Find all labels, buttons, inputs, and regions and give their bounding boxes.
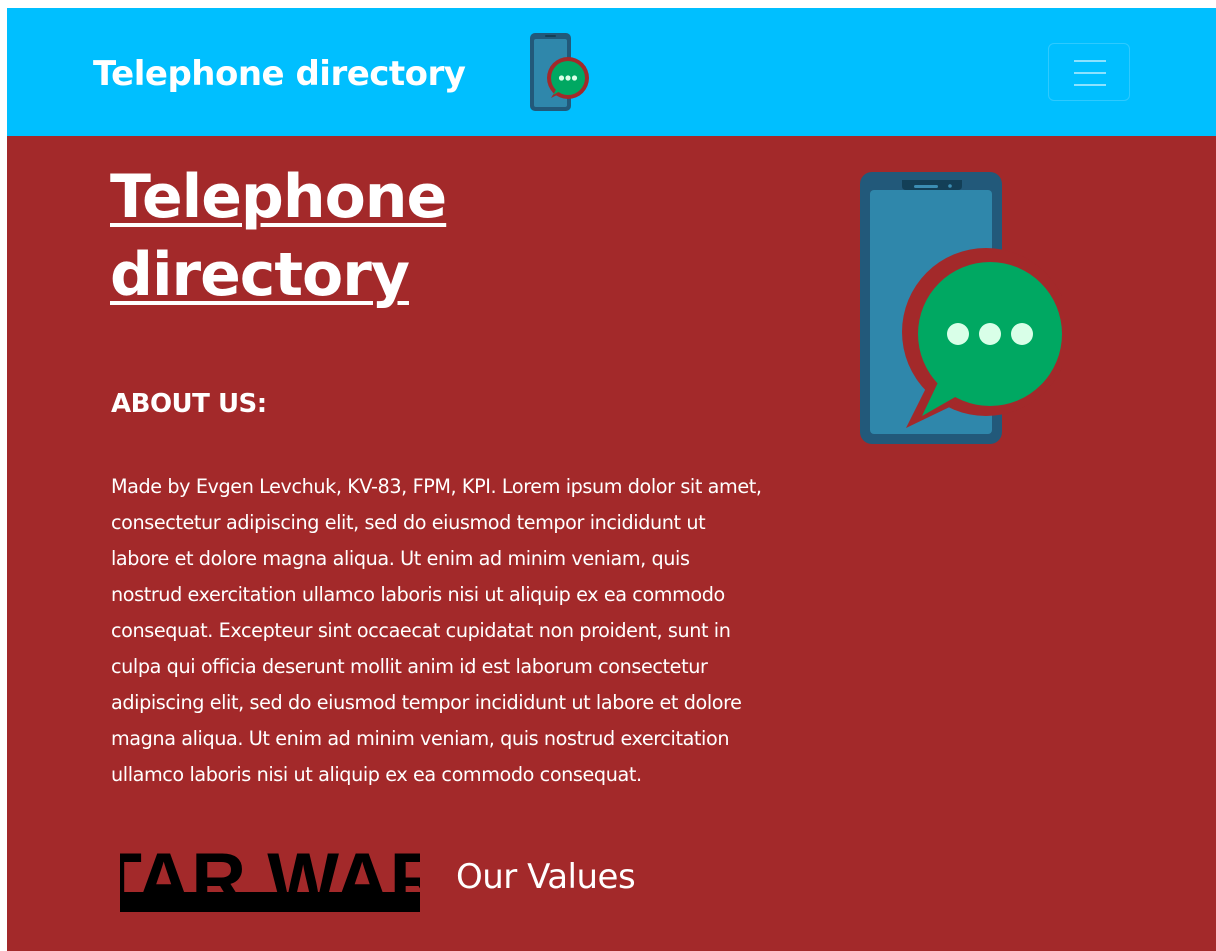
star-wars-logo: STAR WARS xyxy=(120,838,420,923)
about-heading: ABOUT US: xyxy=(111,389,267,419)
phone-chat-icon xyxy=(530,33,589,111)
hamburger-menu-icon xyxy=(1074,60,1106,62)
page-frame: Telephone directory Telephone directory xyxy=(7,8,1216,951)
navbar: Telephone directory xyxy=(7,8,1216,136)
hamburger-menu-icon xyxy=(1074,72,1106,74)
menu-toggle-button[interactable] xyxy=(1048,43,1130,101)
main-section: Telephone directory ABOUT US: Made by Ev… xyxy=(7,136,1216,951)
hero-title[interactable]: Telephone directory xyxy=(110,158,610,314)
star-wars-logo-text: STAR WARS xyxy=(120,838,420,923)
hamburger-menu-icon xyxy=(1074,84,1106,86)
values-heading: Our Values xyxy=(456,857,636,897)
phone-chat-icon xyxy=(860,172,1062,444)
navbar-brand[interactable]: Telephone directory xyxy=(93,52,466,96)
about-text: Made by Evgen Levchuk, KV-83, FPM, KPI. … xyxy=(111,475,762,786)
